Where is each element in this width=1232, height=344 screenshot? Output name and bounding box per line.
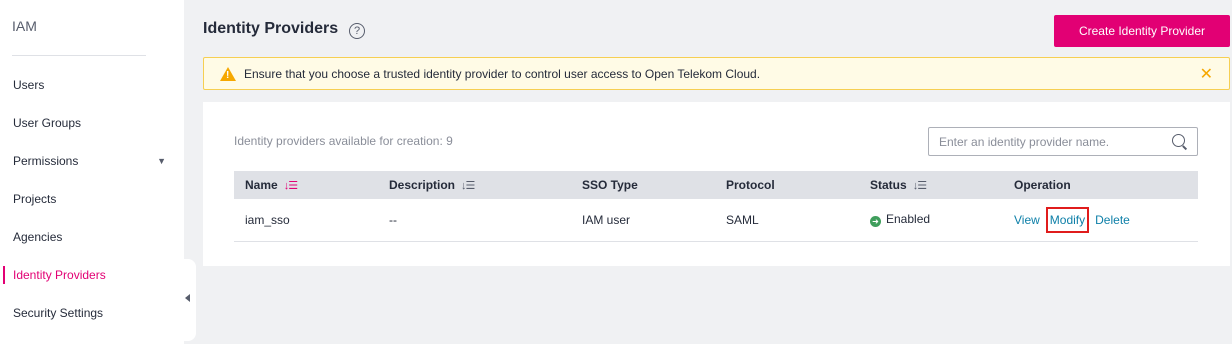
chevron-left-icon — [185, 294, 190, 302]
sidebar-item-security-settings[interactable]: Security Settings — [0, 298, 184, 328]
sidebar-collapse-handle[interactable] — [180, 259, 196, 341]
warning-icon: ! — [220, 67, 236, 81]
cell-status: ➜ Enabled — [859, 199, 1003, 242]
help-icon[interactable]: ? — [349, 23, 365, 39]
column-header-operation: Operation — [1003, 171, 1198, 199]
cell-name: iam_sso — [234, 199, 378, 242]
column-header-description[interactable]: Description ↓☰ — [378, 171, 571, 199]
chevron-down-icon: ▼ — [157, 156, 166, 166]
alert-text: Ensure that you choose a trusted identit… — [244, 67, 761, 81]
delete-link[interactable]: Delete — [1095, 213, 1130, 227]
search-icon[interactable] — [1172, 134, 1185, 147]
sidebar-item-label: Permissions — [13, 154, 79, 168]
sort-icon[interactable]: ↓☰ — [913, 179, 927, 192]
modify-link[interactable]: Modify — [1045, 206, 1090, 233]
column-header-name[interactable]: Name ↓☰ — [234, 171, 378, 199]
status-enabled-icon: ➜ — [870, 216, 881, 228]
search-input[interactable] — [929, 128, 1159, 155]
sidebar-item-projects[interactable]: Projects — [0, 184, 184, 214]
identity-providers-table: Name ↓☰ Description ↓☰ SSO Type Protocol S… — [234, 171, 1198, 242]
sidebar-item-user-groups[interactable]: User Groups — [0, 108, 184, 138]
create-identity-provider-button[interactable]: Create Identity Provider — [1054, 15, 1230, 47]
view-link[interactable]: View — [1014, 213, 1040, 227]
cell-sso-type: IAM user — [571, 199, 715, 242]
sidebar-divider — [12, 55, 146, 56]
quota-text: Identity providers available for creatio… — [234, 134, 453, 148]
sidebar-title: IAM — [12, 18, 37, 34]
sort-icon[interactable]: ↓☰ — [284, 179, 298, 192]
cell-operation: View Modify Delete — [1003, 199, 1198, 242]
cell-protocol: SAML — [715, 199, 859, 242]
close-icon[interactable]: ✕ — [1200, 64, 1213, 84]
sidebar-item-identity-providers[interactable]: Identity Providers — [0, 260, 184, 290]
sidebar-item-agencies[interactable]: Agencies — [0, 222, 184, 252]
column-header-protocol: Protocol — [715, 171, 859, 199]
column-header-status[interactable]: Status ↓☰ — [859, 171, 1003, 199]
status-text: Enabled — [886, 212, 931, 227]
warning-alert: ! Ensure that you choose a trusted ident… — [203, 57, 1230, 90]
table-row: iam_sso -- IAM user SAML ➜ Enabled View Mo… — [234, 199, 1198, 242]
sidebar: IAM Users User Groups Permissions ▼ Proj… — [0, 0, 184, 344]
sort-icon[interactable]: ↓☰ — [461, 179, 475, 192]
table-header-row: Name ↓☰ Description ↓☰ SSO Type Protocol S… — [234, 171, 1198, 199]
sidebar-item-users[interactable]: Users — [0, 70, 184, 100]
page-title: Identity Providers — [203, 20, 339, 37]
column-header-sso-type: SSO Type — [571, 171, 715, 199]
identity-providers-card: Identity providers available for creatio… — [203, 102, 1230, 266]
sidebar-item-permissions[interactable]: Permissions ▼ — [0, 146, 184, 176]
cell-description: -- — [378, 199, 571, 242]
search-box — [928, 127, 1198, 156]
